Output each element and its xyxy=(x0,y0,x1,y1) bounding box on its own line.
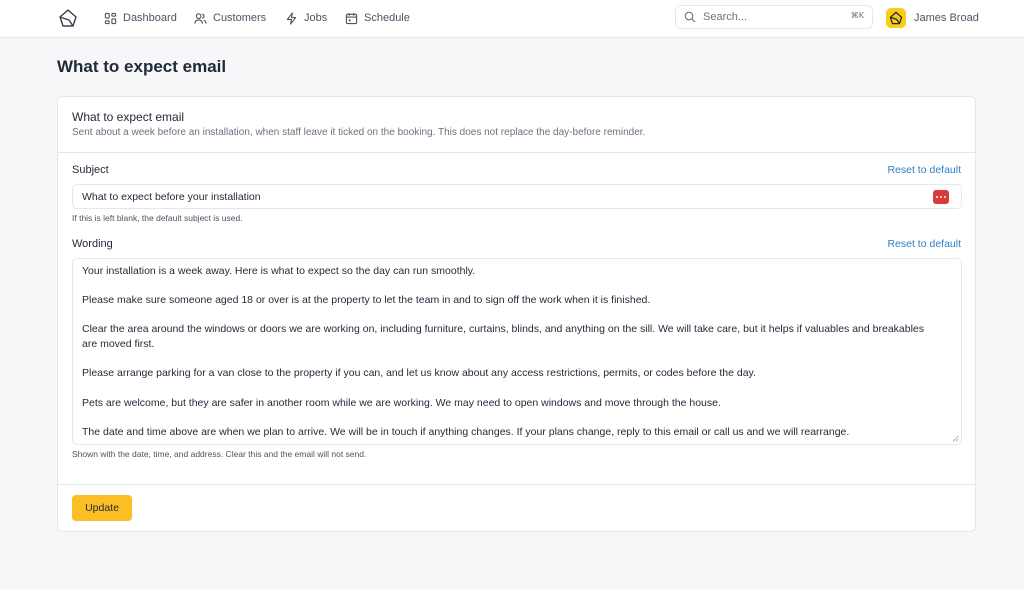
subject-reset-link[interactable]: Reset to default xyxy=(887,164,961,176)
nav-schedule-label: Schedule xyxy=(364,12,410,24)
search-input[interactable] xyxy=(703,9,833,25)
wording-hint: Shown with the date, time, and address. … xyxy=(72,449,367,459)
wording-paragraph: Pets are welcome, but they are safer in … xyxy=(82,397,721,409)
subject-input[interactable] xyxy=(82,190,912,204)
wording-paragraph: The date and time above are when we plan… xyxy=(82,426,850,438)
nav-jobs[interactable]: Jobs xyxy=(285,9,327,27)
subject-field[interactable] xyxy=(72,184,962,209)
nav-customers-label: Customers xyxy=(213,12,267,24)
card-title: What to expect email xyxy=(72,110,185,124)
top-navbar: Dashboard Customers Jobs Schedule Search… xyxy=(0,0,1024,38)
nav-jobs-label: Jobs xyxy=(304,12,328,24)
house-logo-icon[interactable] xyxy=(58,8,78,28)
nav-dashboard-label: Dashboard xyxy=(123,12,177,24)
wording-paragraph: Please arrange parking for a van close t… xyxy=(82,367,756,379)
email-settings-card: What to expect email Sent about a week b… xyxy=(57,96,976,532)
dashboard-icon xyxy=(104,12,117,24)
wording-textarea[interactable]: Your installation is a week away. Here i… xyxy=(72,258,962,445)
wording-paragraph: Please make sure someone aged 18 or over… xyxy=(82,294,651,306)
wording-label: Wording xyxy=(72,238,113,250)
search-icon xyxy=(684,11,696,23)
wording-paragraph: Your installation is a week away. Here i… xyxy=(82,265,476,277)
card-subtitle: Sent about a week before an installation… xyxy=(72,127,646,138)
page-title: What to expect email xyxy=(57,57,227,76)
password-manager-icon[interactable] xyxy=(933,190,949,204)
update-button[interactable]: Update xyxy=(72,495,132,521)
nav-dashboard[interactable]: Dashboard xyxy=(104,9,177,27)
user-menu[interactable]: James Broad xyxy=(886,7,979,29)
card-footer-divider xyxy=(58,484,975,485)
subject-label: Subject xyxy=(72,164,109,176)
avatar xyxy=(886,8,906,28)
nav-customers[interactable]: Customers xyxy=(194,9,266,27)
wording-reset-link[interactable]: Reset to default xyxy=(887,238,961,250)
house-logo-icon xyxy=(889,11,903,25)
calendar-icon xyxy=(345,12,358,24)
subject-hint: If this is left blank, the default subje… xyxy=(72,213,243,223)
wording-paragraph: Clear the area around the windows or doo… xyxy=(82,323,925,350)
search-box[interactable]: ⌘K xyxy=(675,5,873,29)
search-shortcut: ⌘K xyxy=(850,11,864,20)
lightning-icon xyxy=(286,11,297,25)
card-header: What to expect email Sent about a week b… xyxy=(58,97,975,153)
user-name: James Broad xyxy=(914,12,979,24)
nav-schedule[interactable]: Schedule xyxy=(345,9,410,27)
users-icon xyxy=(194,12,207,24)
resize-handle-icon[interactable] xyxy=(952,435,959,442)
